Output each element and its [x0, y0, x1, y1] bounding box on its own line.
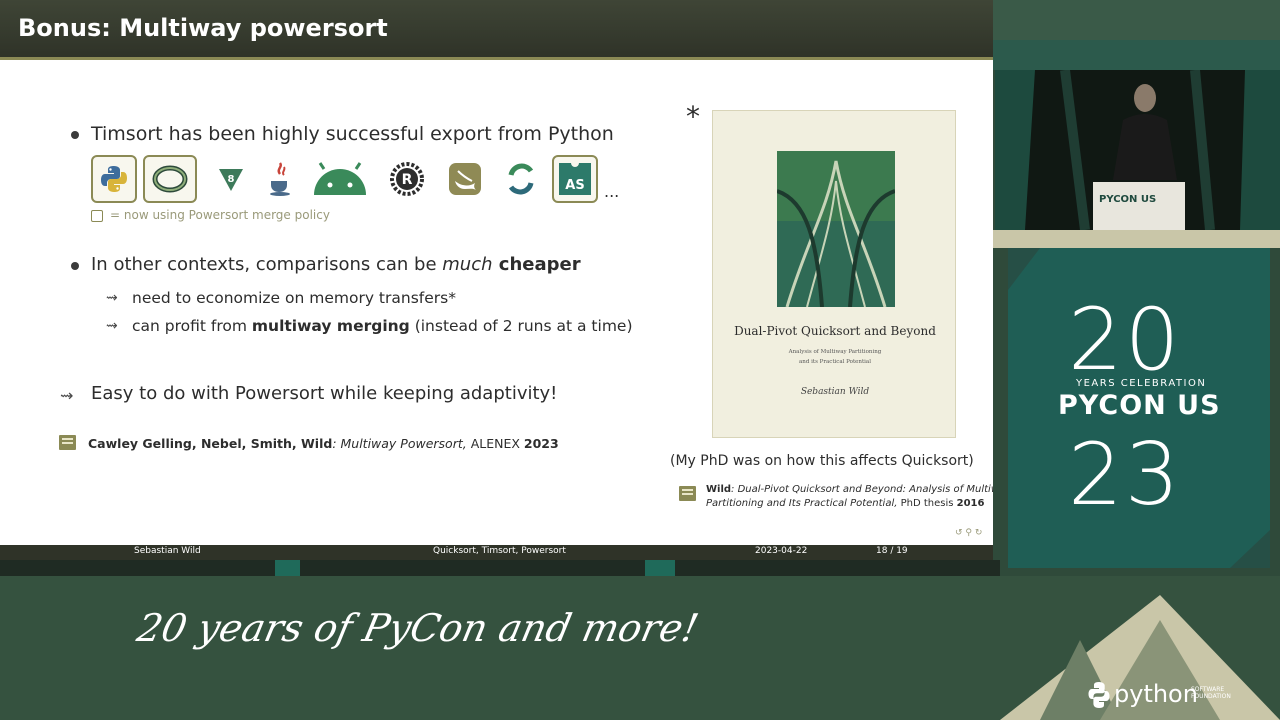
- phd-note: (My PhD was on how this affects Quicksor…: [670, 453, 974, 469]
- citation-phd-thesis-line1: Wild: Dual-Pivot Quicksort and Beyond: A…: [706, 484, 993, 495]
- cite2-author: Wild: [706, 484, 732, 495]
- v8-logo-icon: 8: [208, 155, 254, 203]
- bottom-conclusion: Easy to do with Powersort while keeping …: [91, 383, 558, 404]
- book-citation-icon: [59, 435, 76, 450]
- bullet2-prefix: In other contexts, comparisons can be: [91, 254, 443, 275]
- rust-logo-icon: R: [384, 155, 430, 203]
- footer-date: 2023-04-22: [755, 546, 808, 556]
- leadsto-arrow-icon: ⇝: [106, 290, 118, 306]
- python-psf-logo-icon: [1088, 682, 1110, 708]
- cite2-line2: Partitioning and Its Practical Potential…: [706, 498, 898, 509]
- bullet-dot: [71, 262, 79, 270]
- citation-phd-thesis-line2: Partitioning and Its Practical Potential…: [706, 498, 984, 509]
- slide-header: Bonus: Multiway powersort: [0, 0, 993, 60]
- lift-logo-icon: [498, 155, 544, 203]
- svg-text:R: R: [402, 172, 413, 188]
- bullet-dot: [71, 131, 79, 139]
- cite-title: : Multiway Powersort,: [332, 436, 467, 451]
- podium-label: PYCON US: [1099, 194, 1157, 205]
- speaker-camera-feed: PYCON US: [995, 70, 1280, 230]
- python-logo-icon: [91, 155, 137, 203]
- cite-venue: ALENEX: [466, 436, 524, 451]
- footer-author: Sebastian Wild: [134, 546, 201, 556]
- legend-box-icon: [91, 210, 103, 222]
- cite-year: 2023: [523, 436, 559, 451]
- book-cover-art: [776, 151, 896, 308]
- asterisk-marker: *: [686, 100, 700, 133]
- logos-ellipsis: ...: [604, 182, 620, 201]
- cite2-year: 2016: [956, 498, 985, 509]
- book-citation-icon: [679, 486, 696, 501]
- cite2-line1: : Dual-Pivot Quicksort and Beyond: Analy…: [731, 484, 993, 495]
- sub-bullet-memory: need to economize on memory transfers*: [132, 289, 456, 307]
- psf-wordmark: python: [1114, 680, 1198, 708]
- presentation-slide: Bonus: Multiway powersort Timsort has be…: [0, 0, 993, 560]
- leadsto-arrow-icon: ⇝: [106, 318, 118, 334]
- cite-authors: Cawley Gelling, Nebel, Smith, Wild: [88, 436, 333, 451]
- psf-subtext: SOFTWARE FOUNDATION: [1191, 686, 1231, 700]
- android-logo-icon: [308, 155, 372, 203]
- slide-footer: Sebastian Wild Quicksort, Timsort, Power…: [0, 545, 993, 560]
- bullet2-emphasis: much: [442, 254, 493, 275]
- java-logo-icon: [257, 155, 303, 203]
- footer-page: 18 / 19: [876, 546, 908, 556]
- badge-pycon-us: PYCON US: [1058, 390, 1221, 421]
- cite2-tail: PhD thesis: [897, 498, 957, 509]
- badge-years-celebration: YEARS CELEBRATION: [1076, 378, 1207, 389]
- sub2-strong: multiway merging: [251, 317, 410, 335]
- bullet-other-contexts: In other contexts, comparisons can be mu…: [91, 254, 581, 275]
- sub2-suffix: (instead of 2 runs at a time): [409, 317, 633, 335]
- sub-bullet-multiway: can profit from multiway merging (instea…: [132, 317, 633, 335]
- book-author: Sebastian Wild: [800, 387, 870, 397]
- tagline-text: 20 years of PyCon and more!: [133, 606, 703, 650]
- book-title: Dual-Pivot Quicksort and Beyond: [734, 324, 936, 338]
- bullet2-strong: cheaper: [492, 254, 581, 275]
- legend-note: = now using Powersort merge policy: [110, 208, 330, 222]
- slide-nav-icons[interactable]: ↺ ⚲ ↻: [955, 528, 982, 538]
- bullet-timsort-export: Timsort has been highly successful expor…: [91, 123, 614, 145]
- svg-text:AS: AS: [565, 178, 584, 193]
- book-subtitle-line2: and its Practical Potential: [799, 359, 871, 365]
- book-cover: Dual-Pivot Quicksort and Beyond Analysis…: [712, 110, 956, 438]
- ouroboros-logo-icon: [143, 155, 197, 203]
- slide-title: Bonus: Multiway powersort: [18, 14, 388, 42]
- citation-multiway-powersort: Cawley Gelling, Nebel, Smith, Wild: Mult…: [88, 436, 559, 451]
- leadsto-arrow-icon: ⇝: [60, 386, 74, 405]
- assemblyscript-logo-icon: AS: [552, 155, 598, 203]
- swift-logo-icon: [442, 155, 488, 203]
- sub2-prefix: can profit from: [132, 317, 252, 335]
- badge-number-23: 23: [1068, 425, 1182, 525]
- badge-number-20: 20: [1068, 290, 1182, 390]
- footer-topic: Quicksort, Timsort, Powersort: [433, 546, 566, 556]
- book-subtitle-line1: Analysis of Multiway Partitioning: [788, 349, 882, 355]
- svg-text:8: 8: [228, 174, 235, 185]
